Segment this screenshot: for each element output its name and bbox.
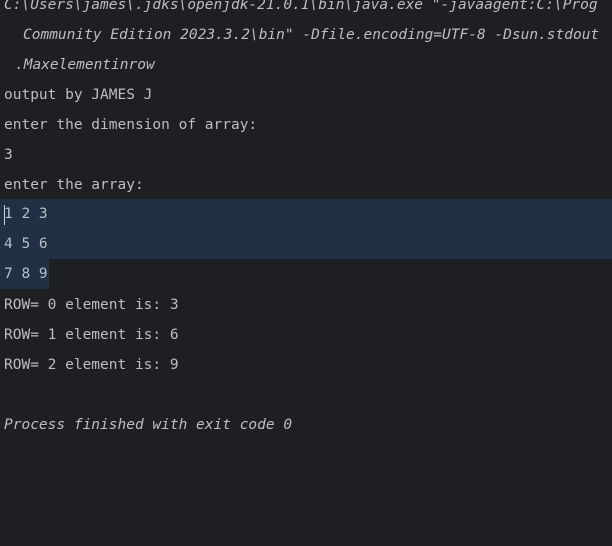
process-exit-message: Process finished with exit code 0 [4,417,293,433]
output-line: enter the array: [4,177,144,193]
output-line: ROW= 2 element is: 9 [4,357,179,373]
command-line: Community Edition 2023.3.2\bin" -Dfile.e… [23,27,600,43]
command-line: .Maxelementinrow [15,57,155,73]
text-caret [4,205,5,225]
console-output-panel[interactable]: C:\Users\james\.jdks\openjdk-21.0.1\bin\… [0,0,612,546]
output-line: enter the dimension of array: [4,117,258,133]
text-selection-highlight [0,199,612,259]
input-line: 1 2 3 [4,206,48,222]
output-line: ROW= 0 element is: 3 [4,297,179,313]
output-line: ROW= 1 element is: 6 [4,327,179,343]
input-line: 7 8 9 [4,266,48,282]
output-line: output by JAMES J [4,87,153,103]
input-line: 4 5 6 [4,236,48,252]
command-line: C:\Users\james\.jdks\openjdk-21.0.1\bin\… [4,0,598,13]
input-line: 3 [4,147,13,163]
